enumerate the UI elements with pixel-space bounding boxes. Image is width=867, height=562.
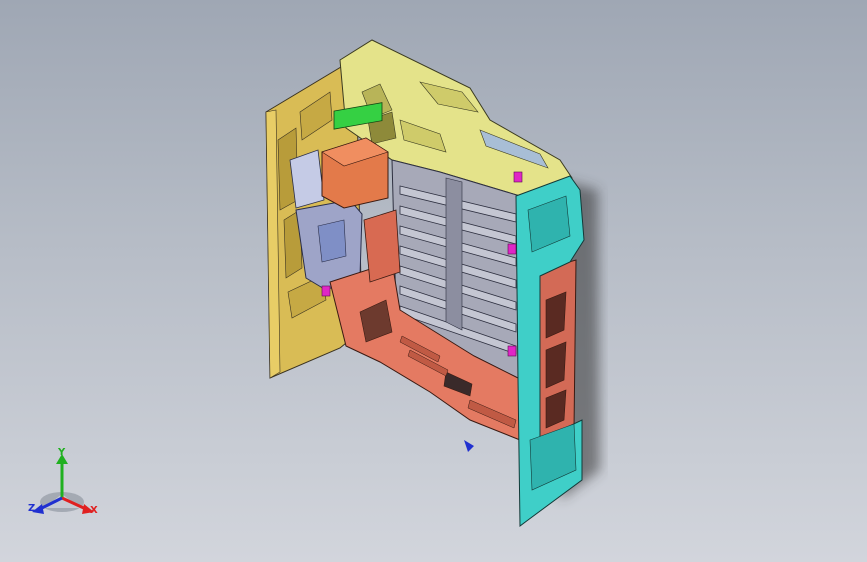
y-axis-label: Y — [58, 447, 66, 458]
floor-side-wall — [363, 209, 401, 283]
x-axis-label: X — [90, 505, 98, 516]
graphics-viewport[interactable]: Y X Z — [0, 0, 867, 562]
panel-bracket — [289, 149, 325, 209]
panel-recess — [317, 219, 347, 263]
deck-crossmember — [445, 177, 463, 331]
3d-model-view[interactable] — [0, 0, 867, 562]
origin-marker — [464, 440, 474, 452]
view-triad[interactable]: Y X Z — [22, 448, 104, 524]
z-axis-label: Z — [28, 503, 36, 514]
